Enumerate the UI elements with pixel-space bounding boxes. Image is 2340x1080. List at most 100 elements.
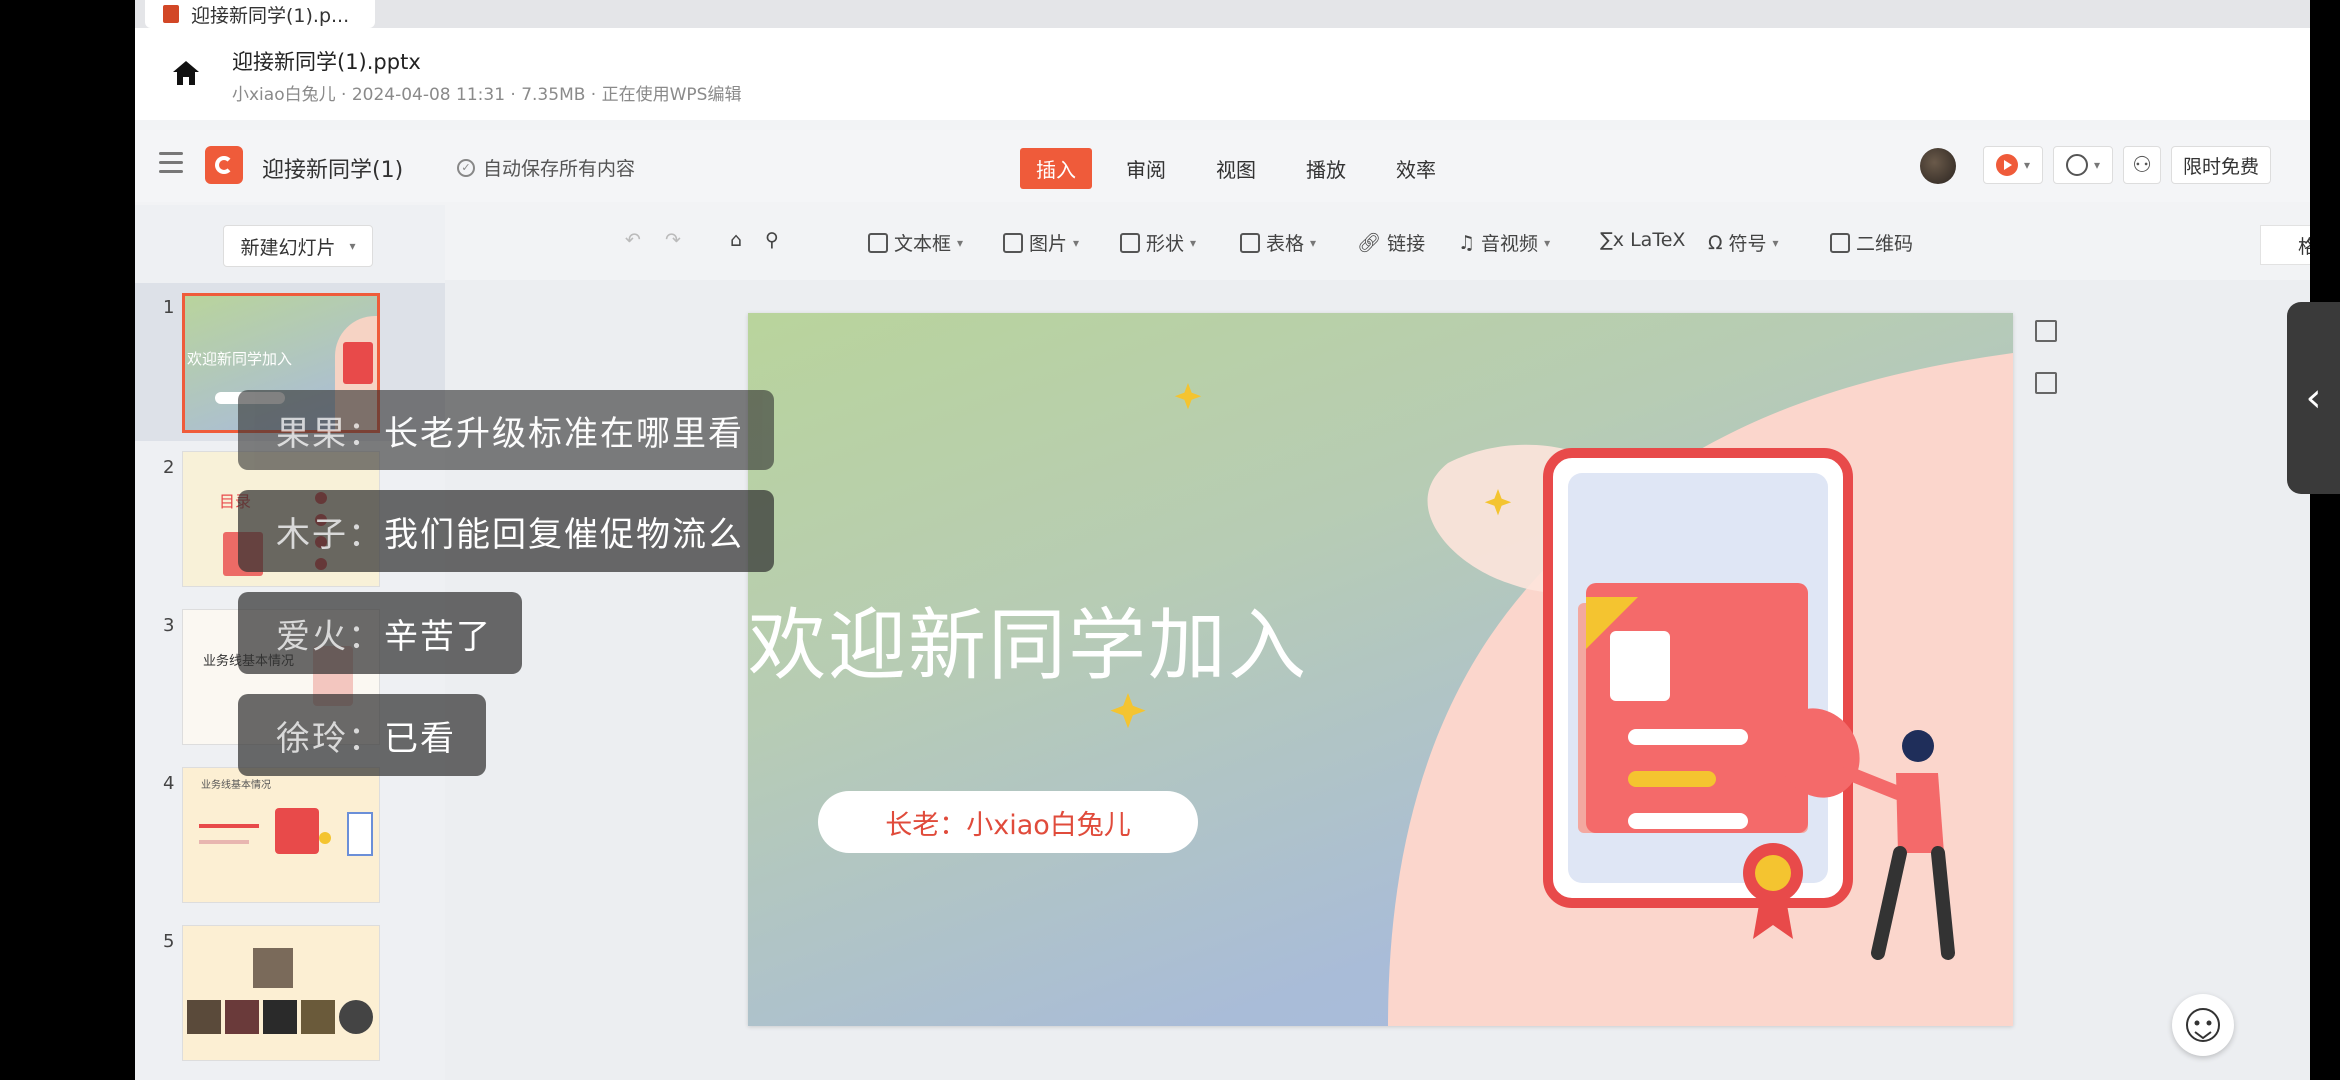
image-label: 图片 [1029, 233, 1068, 255]
user-avatar[interactable] [1920, 148, 1956, 184]
search-icon: ⚲ [765, 229, 779, 251]
background-icon[interactable] [2035, 372, 2057, 394]
omega-icon: Ω [1708, 231, 1723, 254]
history-button[interactable]: ▾ [2053, 146, 2113, 184]
textbox-label: 文本框 [894, 233, 952, 255]
hamburger-menu-icon[interactable] [159, 152, 183, 176]
play-icon [1995, 154, 2018, 176]
shape-button[interactable]: 形状 ▾ [1120, 229, 1196, 256]
undo-button[interactable]: ↶ [625, 229, 641, 251]
chat-sender: 果果： [276, 413, 384, 454]
chat-sender: 爱火： [276, 616, 384, 657]
tab-strip: 迎接新同学(1).p... [135, 0, 2310, 28]
layout-icon[interactable] [2035, 320, 2057, 342]
find-button[interactable]: ⚲ [765, 229, 779, 251]
image-icon [1003, 232, 1023, 253]
assistant-bot-icon[interactable] [2172, 994, 2234, 1056]
music-icon: ♫ [1458, 231, 1476, 254]
free-trial-button[interactable]: 限时免费 [2171, 146, 2271, 184]
chat-sender: 木子： [276, 514, 384, 555]
format-painter-icon: ⌂ [730, 229, 743, 251]
link-icon: 🔗︎ [1357, 232, 1382, 254]
table-icon [1240, 232, 1260, 253]
chevron-down-icon: ▾ [349, 239, 356, 253]
share-button[interactable]: ⚇ [2123, 146, 2161, 184]
slide-thumb-4[interactable]: 业务线基本情况 [182, 767, 380, 903]
ribbon-tabs: 插入 审阅 视图 播放 效率 [1020, 148, 1470, 189]
link-label: 链接 [1387, 233, 1426, 255]
tab-review[interactable]: 审阅 [1110, 148, 1182, 189]
slide-number: 2 [163, 457, 175, 478]
qrcode-button[interactable]: 二维码 [1830, 229, 1913, 256]
shape-label: 形状 [1146, 233, 1185, 255]
shape-icon [1120, 232, 1140, 253]
tab-play[interactable]: 播放 [1290, 148, 1362, 189]
right-panel-tabs: 格式 动画 评论 [2260, 225, 2310, 265]
textbox-icon [868, 232, 888, 253]
table-label: 表格 [1266, 233, 1305, 255]
chat-text: 已看 [384, 718, 456, 759]
pptx-file-icon [163, 5, 179, 23]
document-tab-title: 迎接新同学(1).p... [191, 4, 350, 27]
thumb-title: 欢迎新同学加入 [187, 350, 293, 368]
slide-thumb-row-5[interactable]: 5 [135, 917, 445, 1073]
redo-icon: ↷ [665, 229, 681, 251]
new-slide-label: 新建幻灯片 [240, 236, 336, 259]
table-button[interactable]: 表格 ▾ [1240, 229, 1316, 256]
slide-number: 1 [163, 297, 175, 318]
slide-thumb-row-4[interactable]: 4 业务线基本情况 [135, 759, 445, 915]
insert-toolbar: ↶ ↷ ⌂ ⚲ 文本框 ▾ 图片 ▾ 形状 ▾ 表格 ▾ 🔗︎ 链接 ♫ 音视频 ▾ ∑ [460, 215, 2310, 275]
textbox-button[interactable]: 文本框 ▾ [868, 229, 963, 256]
autosave-status[interactable]: ✓ 自动保存所有内容 [457, 154, 635, 181]
slide-title[interactable]: 欢迎新同学加入 [748, 583, 1308, 695]
slide-subtitle[interactable]: 长老：小xiao白兔儿 [818, 791, 1198, 853]
file-name: 迎接新同学(1).pptx [232, 50, 421, 74]
current-slide[interactable]: 欢迎新同学加入 长老：小xiao白兔儿 [748, 313, 2013, 1026]
link-button[interactable]: 🔗︎ 链接 [1357, 229, 1425, 256]
chat-sender: 徐玲： [276, 718, 384, 759]
file-meta: 小xiao白兔儿 · 2024-04-08 11:31 · 7.35MB · 正… [232, 85, 742, 105]
wps-presentation-logo [205, 146, 243, 184]
chat-text: 我们能回复催促物流么 [384, 514, 744, 555]
tab-insert[interactable]: 插入 [1020, 148, 1092, 189]
add-user-icon: ⚇ [2132, 152, 2152, 178]
document-tab[interactable]: 迎接新同学(1).p... [145, 0, 375, 28]
chevron-left-icon: ‹ [2305, 375, 2322, 421]
latex-label: ∑x LaTeX [1600, 229, 1686, 251]
app-toolbar: 迎接新同学(1) ✓ 自动保存所有内容 插入 审阅 视图 播放 效率 ▾ ▾ ⚇… [135, 130, 2310, 202]
symbol-button[interactable]: Ω 符号 ▾ [1708, 229, 1779, 256]
autosave-label: 自动保存所有内容 [483, 158, 636, 180]
qrcode-icon [1830, 232, 1850, 253]
chat-message-2: 木子： 我们能回复催促物流么 [238, 490, 774, 572]
chat-message-3: 爱火： 辛苦了 [238, 592, 522, 674]
chat-text: 辛苦了 [384, 616, 492, 657]
side-panel-handle[interactable]: ‹ [2287, 302, 2340, 494]
tab-format[interactable]: 格式 [2260, 225, 2310, 265]
clock-icon [2065, 154, 2088, 176]
slide-thumb-5[interactable] [182, 925, 380, 1061]
qrcode-label: 二维码 [1856, 233, 1914, 255]
slide-number: 5 [163, 931, 175, 952]
play-slideshow-button[interactable]: ▾ [1983, 146, 2043, 184]
latex-button[interactable]: ∑x LaTeX [1600, 229, 1685, 251]
chat-message-4: 徐玲： 已看 [238, 694, 486, 776]
file-header: 迎接新同学(1).pptx 小xiao白兔儿 · 2024-04-08 11:3… [135, 28, 2310, 120]
tab-view[interactable]: 视图 [1200, 148, 1272, 189]
image-button[interactable]: 图片 ▾ [1003, 229, 1079, 256]
format-painter-button[interactable]: ⌂ [730, 229, 742, 251]
tab-efficiency[interactable]: 效率 [1380, 148, 1452, 189]
redo-button[interactable]: ↷ [665, 229, 681, 251]
slide-number: 3 [163, 615, 175, 636]
slide-number: 4 [163, 773, 175, 794]
media-button[interactable]: ♫ 音视频 ▾ [1458, 229, 1550, 256]
chat-message-1: 果果： 长老升级标准在哪里看 [238, 390, 774, 470]
home-icon[interactable] [171, 58, 201, 88]
media-label: 音视频 [1481, 233, 1539, 255]
new-slide-button[interactable]: 新建幻灯片 ▾ [223, 225, 373, 267]
document-title[interactable]: 迎接新同学(1) [262, 152, 403, 184]
wps-window: 迎接新同学(1).p... 迎接新同学(1).pptx 小xiao白兔儿 · 2… [135, 0, 2310, 1080]
chat-text: 长老升级标准在哪里看 [384, 413, 744, 454]
thumb-title: 业务线基本情况 [201, 780, 271, 791]
undo-icon: ↶ [625, 229, 641, 251]
symbol-label: 符号 [1728, 233, 1767, 255]
